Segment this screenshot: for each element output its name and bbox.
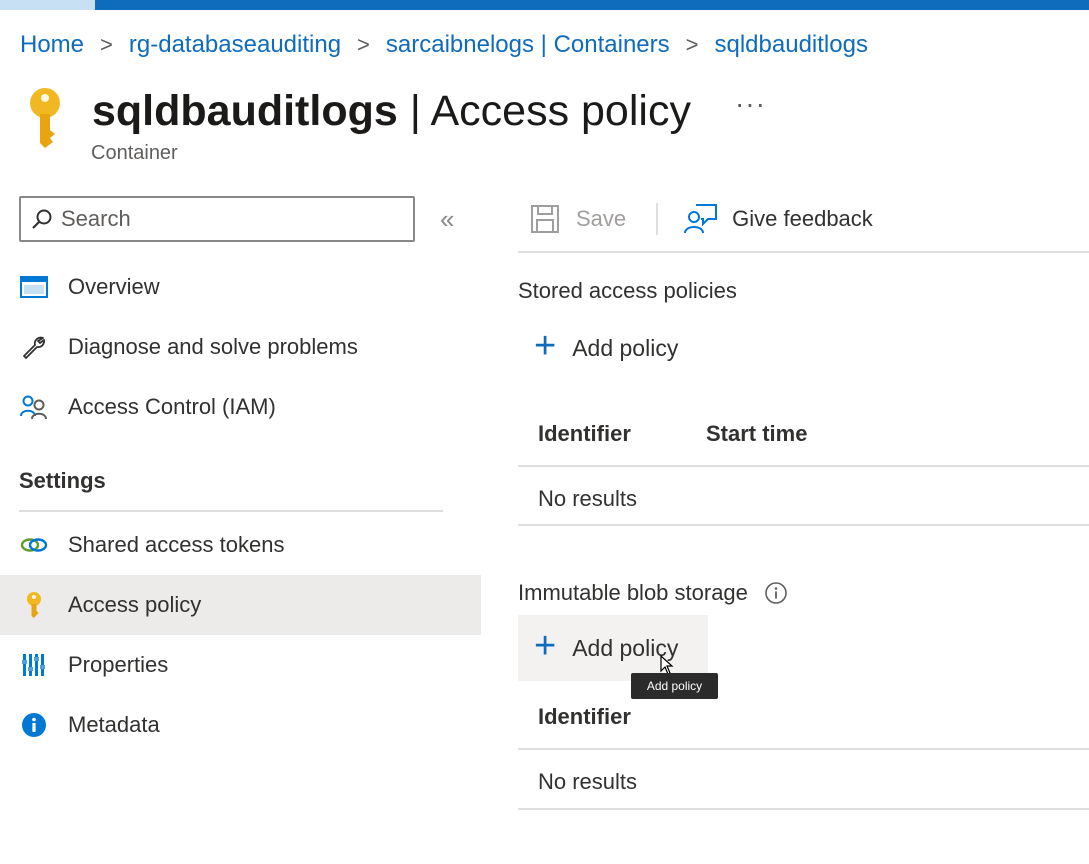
settings-heading: Settings xyxy=(19,468,106,493)
stored-access-policies-heading: Stored access policies xyxy=(518,278,737,303)
sidebar-item-label: Properties xyxy=(68,652,169,677)
sidebar-item-overview[interactable]: Overview xyxy=(0,257,481,317)
add-immutable-policy-button[interactable]: + Add policy xyxy=(518,615,708,681)
key-icon xyxy=(20,591,48,619)
sidebar-item-label: Diagnose and solve problems xyxy=(68,334,358,359)
collapse-icon[interactable]: « xyxy=(440,204,454,235)
top-bar xyxy=(0,0,1089,10)
sidebar-item-label: Overview xyxy=(68,274,160,299)
plus-icon: + xyxy=(534,325,557,367)
page-subtitle: Container xyxy=(91,142,178,164)
immutable-blob-storage-label: Immutable blob storage xyxy=(518,580,748,605)
search-icon xyxy=(32,209,52,229)
breadcrumb-container[interactable]: sqldbauditlogs xyxy=(715,31,868,59)
sidebar-item-label: Access policy xyxy=(68,592,202,617)
empty-results: No results xyxy=(538,769,638,794)
chevron-right-icon: > xyxy=(100,32,113,57)
immutable-blob-storage-heading: Immutable blob storage xyxy=(518,580,788,606)
command-bar: Save Give feedback xyxy=(530,196,873,242)
divider xyxy=(518,251,1089,253)
save-label: Save xyxy=(576,206,627,231)
empty-results: No results xyxy=(538,486,638,511)
feedback-icon xyxy=(684,204,718,234)
chevron-right-icon: > xyxy=(357,32,370,57)
page-header: sqldbauditlogs | Access policy ··· xyxy=(22,84,766,148)
save-button[interactable]: Save xyxy=(530,204,626,234)
more-options-icon[interactable]: ··· xyxy=(735,88,766,120)
sidebar-item-diagnose[interactable]: Diagnose and solve problems xyxy=(0,317,481,377)
column-header-start-time[interactable]: Start time xyxy=(706,421,807,447)
column-header-identifier[interactable]: Identifier xyxy=(538,421,631,447)
toolbar-divider xyxy=(656,203,659,235)
sidebar-item-properties[interactable]: Properties xyxy=(0,635,481,695)
mouse-cursor-icon xyxy=(660,655,674,675)
people-icon xyxy=(20,393,48,421)
key-icon xyxy=(30,88,60,148)
sidebar-item-shared-access-tokens[interactable]: Shared access tokens xyxy=(0,515,481,575)
info-icon xyxy=(20,711,48,739)
page-title-suffix: | Access policy xyxy=(397,86,691,135)
chevron-right-icon: > xyxy=(685,32,699,57)
add-policy-label: Add policy xyxy=(572,334,679,361)
plus-icon: + xyxy=(534,625,557,667)
sidebar-item-access-policy[interactable]: Access policy xyxy=(0,575,481,635)
column-header-identifier[interactable]: Identifier xyxy=(538,704,631,730)
info-icon[interactable] xyxy=(764,581,788,605)
sidebar-item-label: Shared access tokens xyxy=(68,532,285,557)
divider xyxy=(518,465,1089,467)
divider xyxy=(518,524,1089,526)
breadcrumb-resource-group[interactable]: rg-databaseauditing xyxy=(129,31,341,59)
sidebar-item-access-control[interactable]: Access Control (IAM) xyxy=(0,377,481,437)
properties-icon xyxy=(20,651,48,679)
overview-icon xyxy=(20,273,48,301)
give-feedback-button[interactable]: Give feedback xyxy=(684,203,873,235)
save-icon xyxy=(531,205,559,233)
wrench-icon xyxy=(20,333,48,361)
link-icon xyxy=(20,531,48,559)
add-policy-tooltip: Add policy xyxy=(631,673,718,699)
sidebar-item-label: Access Control (IAM) xyxy=(68,394,276,419)
top-bar-tab xyxy=(0,0,95,10)
give-feedback-label: Give feedback xyxy=(732,206,873,231)
page-title: sqldbauditlogs | Access policy xyxy=(92,87,691,136)
divider xyxy=(19,510,443,512)
page-title-name: sqldbauditlogs xyxy=(92,86,398,135)
divider xyxy=(518,748,1089,750)
search-box[interactable] xyxy=(19,196,415,242)
add-stored-policy-button[interactable]: + Add policy xyxy=(518,315,708,381)
divider xyxy=(518,808,1089,810)
sidebar-item-label: Metadata xyxy=(68,712,160,737)
breadcrumb-containers[interactable]: sarcaibnelogs | Containers xyxy=(386,31,670,59)
search-input[interactable] xyxy=(61,206,401,232)
breadcrumb: Home > rg-databaseauditing > sarcaibnelo… xyxy=(20,30,868,60)
breadcrumb-home[interactable]: Home xyxy=(20,31,84,59)
sidebar-item-metadata[interactable]: Metadata xyxy=(0,695,481,755)
